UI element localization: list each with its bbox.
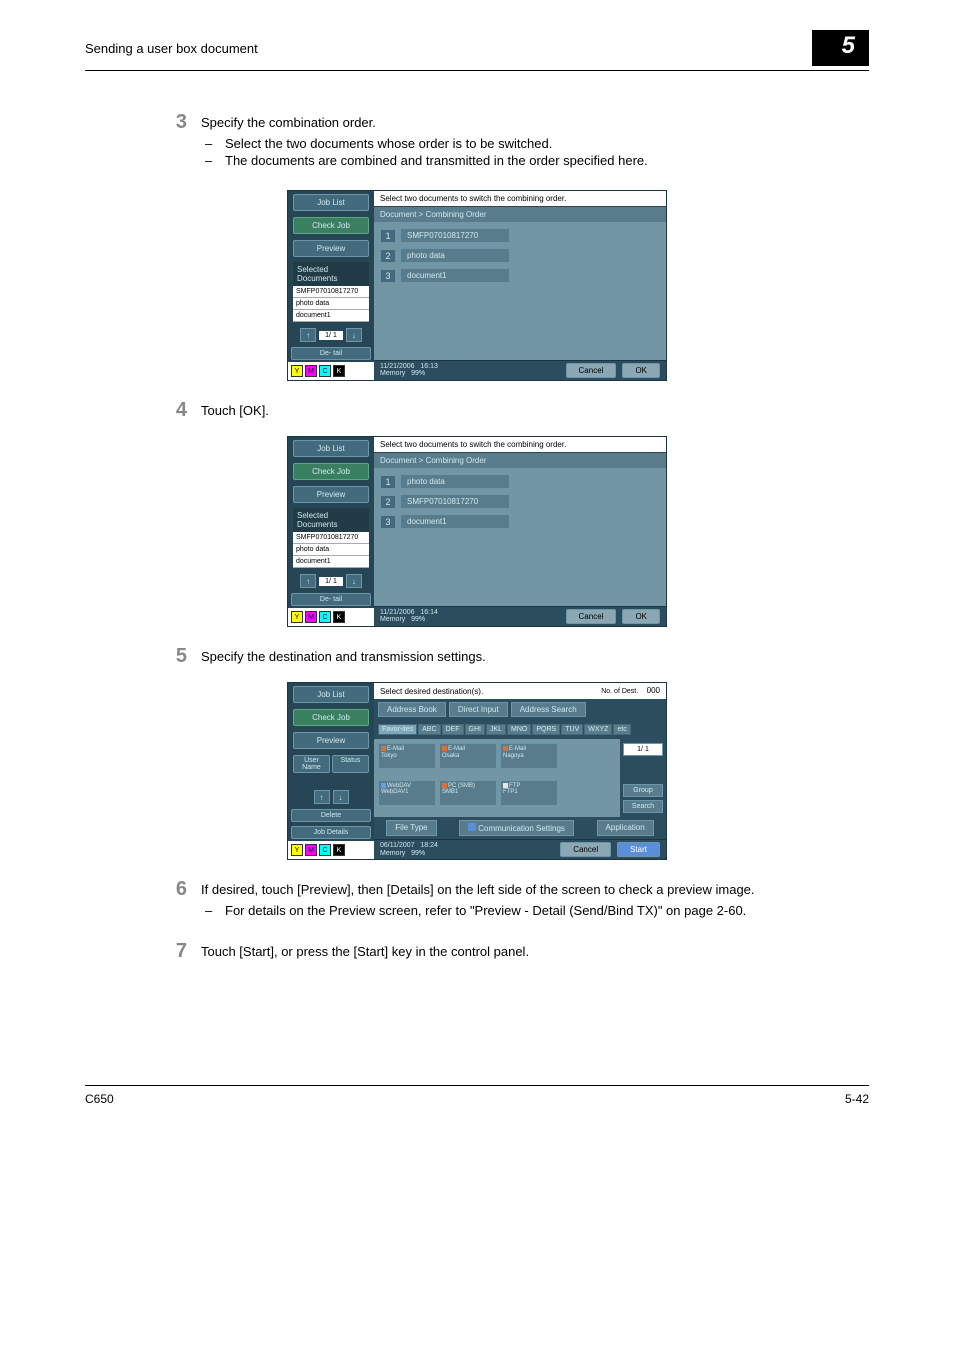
preview-button[interactable]: Preview — [293, 732, 369, 749]
status-info: 11/21/2006 16:14 Memory 99% — [380, 609, 438, 624]
dest-email-osaka[interactable]: E-MailOsaka — [439, 743, 497, 769]
ok-button[interactable]: OK — [622, 609, 660, 624]
letter-etc[interactable]: etc — [613, 724, 630, 735]
up-arrow-button[interactable]: ↑ — [300, 574, 316, 588]
step-5-text: Specify the destination and transmission… — [201, 649, 869, 664]
cancel-button[interactable]: Cancel — [566, 609, 617, 624]
down-arrow-button[interactable]: ↓ — [333, 790, 349, 804]
file-type-tab[interactable]: File Type — [386, 820, 436, 836]
application-tab[interactable]: Application — [597, 820, 654, 836]
order-item-2[interactable]: photo data — [400, 248, 510, 263]
letter-def[interactable]: DEF — [442, 724, 464, 735]
step-7-text: Touch [Start], or press the [Start] key … — [201, 944, 869, 959]
step-4-num: 4 — [165, 399, 201, 424]
letter-mno[interactable]: MNO — [507, 724, 531, 735]
no-of-dest-label: No. of Dest. — [597, 687, 642, 696]
page-indicator: 1/ 1 — [319, 577, 343, 586]
order-item-3[interactable]: document1 — [400, 514, 510, 529]
up-arrow-button[interactable]: ↑ — [300, 328, 316, 342]
no-of-dest-value: 000 — [647, 686, 660, 695]
letter-jkl[interactable]: JKL — [486, 724, 506, 735]
step-6-text: If desired, touch [Preview], then [Detai… — [201, 882, 869, 897]
step-3-bullet-2: The documents are combined and transmitt… — [225, 153, 648, 168]
status-info: 06/11/2007 18:24 Memory 99% — [380, 842, 438, 857]
address-book-tab[interactable]: Address Book — [378, 702, 446, 717]
start-button[interactable]: Start — [617, 842, 660, 857]
dest-ftp[interactable]: FTPFTP1 — [500, 780, 558, 806]
letter-wxyz[interactable]: WXYZ — [584, 724, 612, 735]
group-button[interactable]: Group — [623, 784, 663, 797]
letter-ghi[interactable]: GHI — [465, 724, 485, 735]
index-letters: Favor-ites ABC DEF GHI JKL MNO PQRS TUV … — [374, 722, 666, 737]
step-3-num: 3 — [165, 111, 201, 178]
breadcrumb: Document > Combining Order — [374, 452, 666, 468]
instruction-message: Select desired destination(s). — [380, 687, 483, 696]
footer-page: 5-42 — [845, 1092, 869, 1106]
search-button[interactable]: Search — [623, 800, 663, 813]
toner-indicators: YMCK — [288, 841, 374, 859]
letter-pqrs[interactable]: PQRS — [532, 724, 560, 735]
step-7-num: 7 — [165, 940, 201, 965]
cancel-button[interactable]: Cancel — [560, 842, 611, 857]
letter-tuv[interactable]: TUV — [561, 724, 583, 735]
status-info: 11/21/2006 16:13 Memory 99% — [380, 363, 438, 378]
detail-button[interactable]: De- tail — [291, 347, 371, 360]
status-tab[interactable]: Status — [332, 755, 369, 773]
down-arrow-button[interactable]: ↓ — [346, 574, 362, 588]
chapter-number: 5 — [812, 30, 869, 66]
preview-button[interactable]: Preview — [293, 486, 369, 503]
selected-documents-header: Selected Documents — [293, 262, 369, 286]
selected-documents-header: Selected Documents — [293, 508, 369, 532]
letter-abc[interactable]: ABC — [418, 724, 440, 735]
job-list-button[interactable]: Job List — [293, 440, 369, 457]
detail-button[interactable]: De- tail — [291, 593, 371, 606]
section-title: Sending a user box document — [85, 41, 258, 56]
delete-button[interactable]: Delete — [291, 809, 371, 822]
cancel-button[interactable]: Cancel — [566, 363, 617, 378]
dest-email-tokyo[interactable]: E-MailTokyo — [378, 743, 436, 769]
instruction-message: Select two documents to switch the combi… — [374, 191, 666, 206]
step-6-num: 6 — [165, 878, 201, 928]
ok-button[interactable]: OK — [622, 363, 660, 378]
job-list-button[interactable]: Job List — [293, 686, 369, 703]
step-6-bullet-1: For details on the Preview screen, refer… — [225, 903, 746, 918]
address-search-tab[interactable]: Address Search — [511, 702, 586, 717]
check-job-button[interactable]: Check Job — [293, 217, 369, 234]
letter-favorites[interactable]: Favor-ites — [378, 724, 417, 735]
check-job-button[interactable]: Check Job — [293, 463, 369, 480]
preview-button[interactable]: Preview — [293, 240, 369, 257]
order-item-1[interactable]: SMFP07010817270 — [400, 228, 510, 243]
step-3-bullet-1: Select the two documents whose order is … — [225, 136, 552, 151]
dest-webdav[interactable]: WebDAVWebDAV1 — [378, 780, 436, 806]
communication-settings-tab[interactable]: Communication Settings — [459, 820, 574, 836]
screenshot-combining-order-2: Job List Check Job Preview Selected Docu… — [287, 436, 667, 627]
selected-documents-list: SMFP07010817270 photo data document1 — [293, 532, 369, 568]
user-name-tab[interactable]: User Name — [293, 755, 330, 773]
dest-pc-smb[interactable]: PC (SMB)SMB1 — [439, 780, 497, 806]
page-indicator: 1/ 1 — [319, 331, 343, 340]
toner-indicators: YMCK — [288, 608, 374, 626]
selected-documents-list: SMFP07010817270 photo data document1 — [293, 286, 369, 322]
screenshot-destination: Job List Check Job Preview User Name Sta… — [287, 682, 667, 860]
toner-indicators: YMCK — [288, 362, 374, 380]
job-list-button[interactable]: Job List — [293, 194, 369, 211]
dest-email-nagoya[interactable]: E-MailNagoya — [500, 743, 558, 769]
instruction-message: Select two documents to switch the combi… — [374, 437, 666, 452]
step-4-text: Touch [OK]. — [201, 403, 869, 418]
footer-model: C650 — [85, 1092, 114, 1106]
step-5-num: 5 — [165, 645, 201, 670]
up-arrow-button[interactable]: ↑ — [314, 790, 330, 804]
order-item-1[interactable]: photo data — [400, 474, 510, 489]
order-item-2[interactable]: SMFP07010817270 — [400, 494, 510, 509]
screenshot-combining-order-1: Job List Check Job Preview Selected Docu… — [287, 190, 667, 381]
direct-input-tab[interactable]: Direct Input — [449, 702, 508, 717]
dest-page-indicator: 1/ 1 — [623, 743, 663, 756]
step-3-text: Specify the combination order. — [201, 115, 869, 130]
down-arrow-button[interactable]: ↓ — [346, 328, 362, 342]
breadcrumb: Document > Combining Order — [374, 206, 666, 222]
check-job-button[interactable]: Check Job — [293, 709, 369, 726]
job-details-button[interactable]: Job Details — [291, 826, 371, 839]
order-item-3[interactable]: document1 — [400, 268, 510, 283]
